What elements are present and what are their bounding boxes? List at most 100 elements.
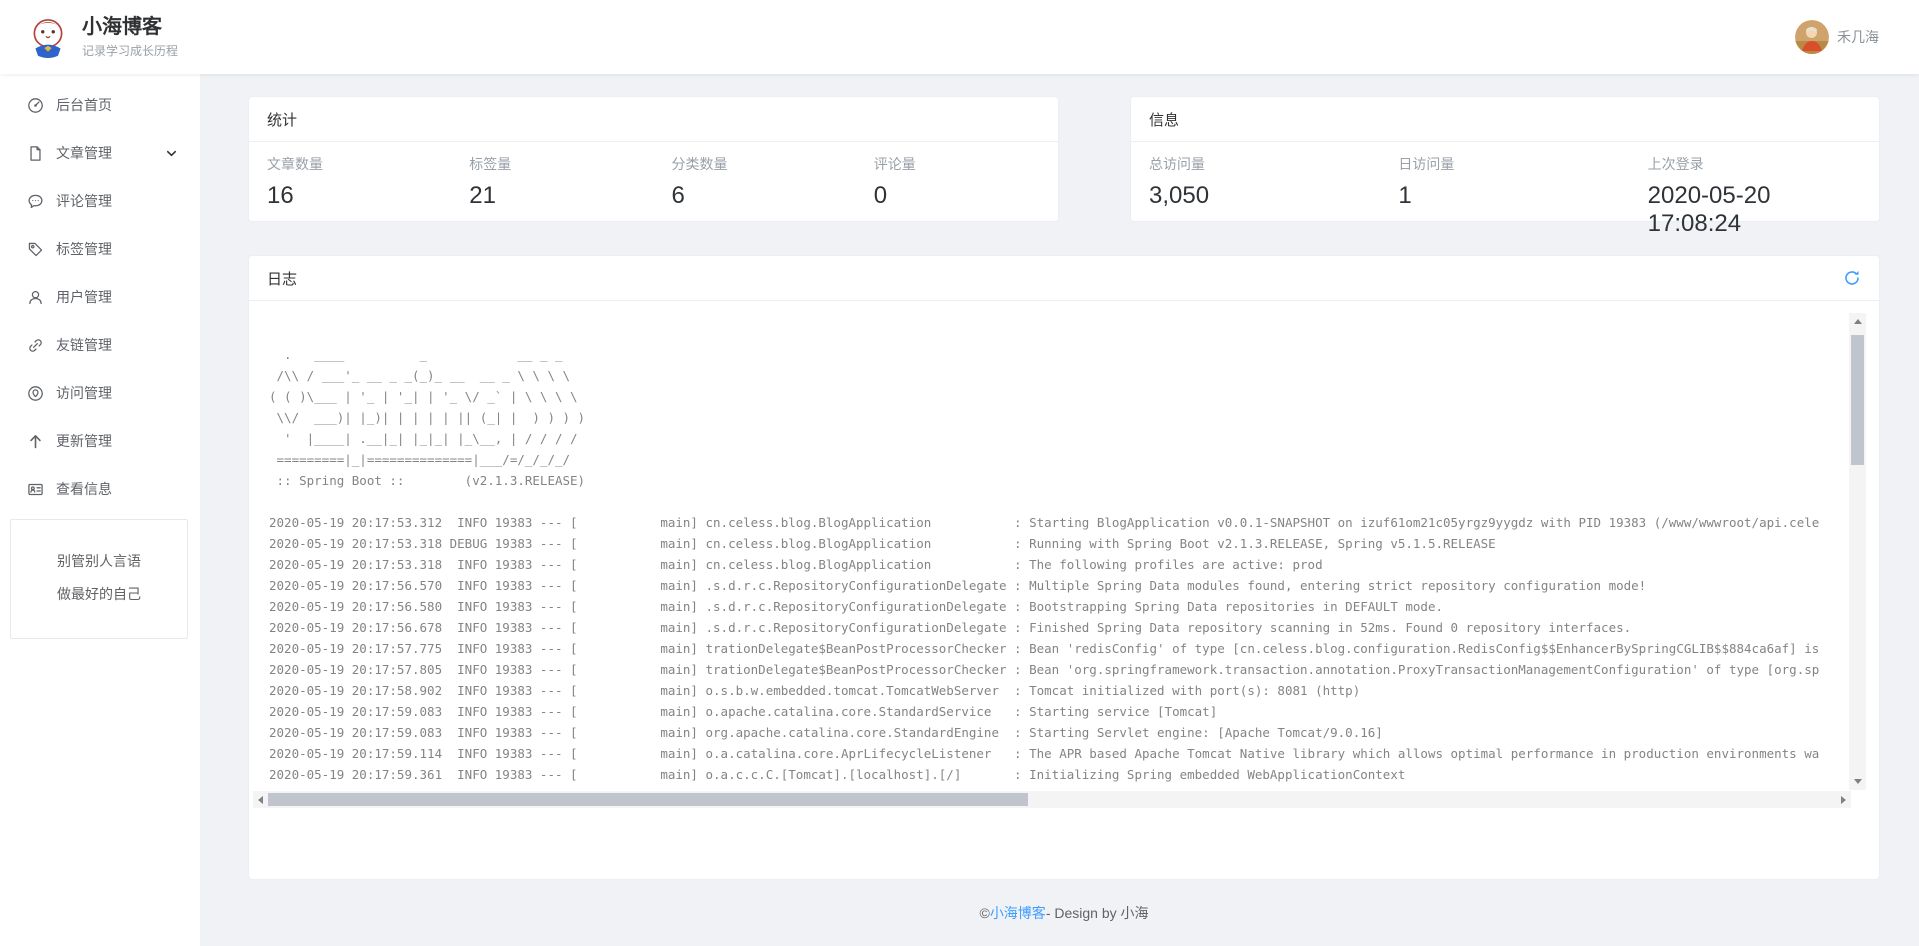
log-line: 2020-05-19 20:17:53.318 DEBUG 19383 --- … — [269, 533, 1849, 554]
chevron-down-icon — [165, 147, 178, 160]
user-icon — [27, 289, 44, 306]
info-card: 信息 总访问量 3,050 日访问量 1 上次登录 2020-05-20 17:… — [1130, 96, 1880, 222]
avatar[interactable] — [1795, 20, 1829, 54]
user-menu[interactable]: 禾几海 — [1795, 20, 1879, 54]
stats-card: 统计 文章数量 16 标签量 21 分类数量 6 评论量 — [248, 96, 1059, 222]
sidebar-item-label: 标签管理 — [56, 239, 112, 259]
metric-value: 21 — [469, 182, 635, 210]
vertical-scrollbar-thumb[interactable] — [1851, 335, 1864, 465]
log-line: 2020-05-19 20:17:58.902 INFO 19383 --- [… — [269, 680, 1849, 701]
log-lines: 2020-05-19 20:17:53.312 INFO 19383 --- [… — [269, 512, 1849, 785]
banner-line: . ____ _ __ _ _ — [269, 344, 1849, 365]
banner-line: ' |____| .__|_| |_|_| |_\__, | / / / / — [269, 428, 1849, 449]
sidebar-item-info[interactable]: 查看信息 — [0, 465, 200, 513]
log-card: 日志 . ____ _ __ _ _ /\\ / ___'_ __ _ _(_)… — [248, 255, 1880, 880]
app-header: 小海博客 记录学习成长历程 禾几海 — [0, 0, 1919, 74]
metric-value: 16 — [267, 182, 433, 210]
log-line: 2020-05-19 20:17:59.114 INFO 19383 --- [… — [269, 743, 1849, 764]
motto-line-1: 别管别人言语 — [11, 545, 187, 578]
metric-value: 0 — [874, 182, 1040, 210]
metric-articles: 文章数量 16 — [249, 154, 451, 210]
banner-line: =========|_|==============|___/=/_/_/_/ — [269, 449, 1849, 470]
stats-card-title: 统计 — [249, 97, 1058, 142]
info-card-title: 信息 — [1131, 97, 1879, 142]
log-line: 2020-05-19 20:17:59.083 INFO 19383 --- [… — [269, 701, 1849, 722]
sidebar-item-label: 文章管理 — [56, 143, 112, 163]
metric-value: 6 — [672, 182, 838, 210]
log-body: . ____ _ __ _ _ /\\ / ___'_ __ _ _(_)_ _… — [249, 301, 1879, 880]
banner-line: :: Spring Boot :: (v2.1.3.RELEASE) — [269, 470, 1849, 491]
metric-label: 分类数量 — [672, 154, 838, 174]
log-line: 2020-05-19 20:17:56.570 INFO 19383 --- [… — [269, 575, 1849, 596]
brand: 小海博客 记录学习成长历程 — [82, 15, 178, 59]
spring-boot-banner: . ____ _ __ _ _ /\\ / ___'_ __ _ _(_)_ _… — [269, 344, 1849, 491]
app-subtitle: 记录学习成长历程 — [82, 42, 178, 59]
metric-value: 1 — [1398, 182, 1611, 210]
refresh-icon[interactable] — [1843, 269, 1861, 287]
dashboard-icon — [27, 97, 44, 114]
log-line: 2020-05-19 20:17:59.083 INFO 19383 --- [… — [269, 722, 1849, 743]
comment-icon — [27, 193, 44, 210]
app-title: 小海博客 — [82, 15, 178, 39]
metric-label: 文章数量 — [267, 154, 433, 174]
arrow-up-icon — [27, 433, 44, 450]
metric-tags: 标签量 21 — [451, 154, 653, 210]
horizontal-scrollbar[interactable] — [253, 791, 1851, 808]
metric-label: 总访问量 — [1149, 154, 1362, 174]
metric-value: 2020-05-20 17:08:24 — [1648, 182, 1861, 238]
metric-comments: 评论量 0 — [856, 154, 1058, 210]
log-line: 2020-05-19 20:17:53.318 INFO 19383 --- [… — [269, 554, 1849, 575]
sidebar-item-label: 用户管理 — [56, 287, 112, 307]
metric-label: 上次登录 — [1648, 154, 1861, 174]
document-icon — [27, 145, 44, 162]
scrollbar-up-arrow[interactable] — [1854, 319, 1862, 324]
metric-value: 3,050 — [1149, 182, 1362, 210]
vertical-scrollbar[interactable] — [1849, 313, 1866, 790]
scrollbar-left-arrow[interactable] — [258, 796, 263, 804]
log-card-title: 日志 — [267, 268, 297, 289]
sidebar: 后台首页 文章管理 评论管理 标签管理 用 — [0, 74, 200, 946]
footer-blog-link[interactable]: 小海博客 — [990, 903, 1046, 923]
location-icon — [27, 385, 44, 402]
banner-line: ( ( )\___ | '_ | '_| | '_ \/ _` | \ \ \ … — [269, 386, 1849, 407]
sidebar-item-tags[interactable]: 标签管理 — [0, 225, 200, 273]
log-line: 2020-05-19 20:17:57.805 INFO 19383 --- [… — [269, 659, 1849, 680]
sidebar-item-label: 友链管理 — [56, 335, 112, 355]
username[interactable]: 禾几海 — [1837, 27, 1879, 47]
sidebar-item-label: 查看信息 — [56, 479, 112, 499]
footer-designer: - Design by 小海 — [1046, 903, 1149, 923]
metric-label: 评论量 — [874, 154, 1040, 174]
metric-categories: 分类数量 6 — [654, 154, 856, 210]
sidebar-item-users[interactable]: 用户管理 — [0, 273, 200, 321]
horizontal-scrollbar-thumb[interactable] — [268, 793, 1028, 806]
sidebar-item-articles[interactable]: 文章管理 — [0, 129, 200, 177]
log-line: 2020-05-19 20:17:56.678 INFO 19383 --- [… — [269, 617, 1849, 638]
metric-daily-visits: 日访问量 1 — [1380, 154, 1629, 238]
id-card-icon — [27, 481, 44, 498]
sidebar-item-label: 更新管理 — [56, 431, 112, 451]
sidebar-item-links[interactable]: 友链管理 — [0, 321, 200, 369]
main-content: 统计 文章数量 16 标签量 21 分类数量 6 评论量 — [200, 74, 1919, 946]
tag-icon — [27, 241, 44, 258]
footer: © 小海博客 - Design by 小海 — [248, 880, 1880, 946]
scrollbar-down-arrow[interactable] — [1854, 779, 1862, 784]
sidebar-item-updates[interactable]: 更新管理 — [0, 417, 200, 465]
metric-total-visits: 总访问量 3,050 — [1131, 154, 1380, 238]
motto-box: 别管别人言语 做最好的自己 — [10, 519, 188, 639]
motto-line-2: 做最好的自己 — [11, 578, 187, 611]
sidebar-item-comments[interactable]: 评论管理 — [0, 177, 200, 225]
log-output: . ____ _ __ _ _ /\\ / ___'_ __ _ _(_)_ _… — [253, 313, 1849, 790]
sidebar-item-label: 后台首页 — [56, 95, 112, 115]
sidebar-item-dashboard[interactable]: 后台首页 — [0, 81, 200, 129]
footer-copyright: © — [979, 905, 989, 921]
metric-label: 标签量 — [469, 154, 635, 174]
log-line: 2020-05-19 20:17:56.580 INFO 19383 --- [… — [269, 596, 1849, 617]
banner-line: /\\ / ___'_ __ _ _(_)_ __ __ _ \ \ \ \ — [269, 365, 1849, 386]
metric-last-login: 上次登录 2020-05-20 17:08:24 — [1630, 154, 1879, 238]
sidebar-item-visits[interactable]: 访问管理 — [0, 369, 200, 417]
sidebar-item-label: 评论管理 — [56, 191, 112, 211]
scrollbar-right-arrow[interactable] — [1841, 796, 1846, 804]
log-line: 2020-05-19 20:17:59.361 INFO 19383 --- [… — [269, 764, 1849, 785]
banner-line: \\/ ___)| |_)| | | | | || (_| | ) ) ) ) — [269, 407, 1849, 428]
sidebar-item-label: 访问管理 — [56, 383, 112, 403]
